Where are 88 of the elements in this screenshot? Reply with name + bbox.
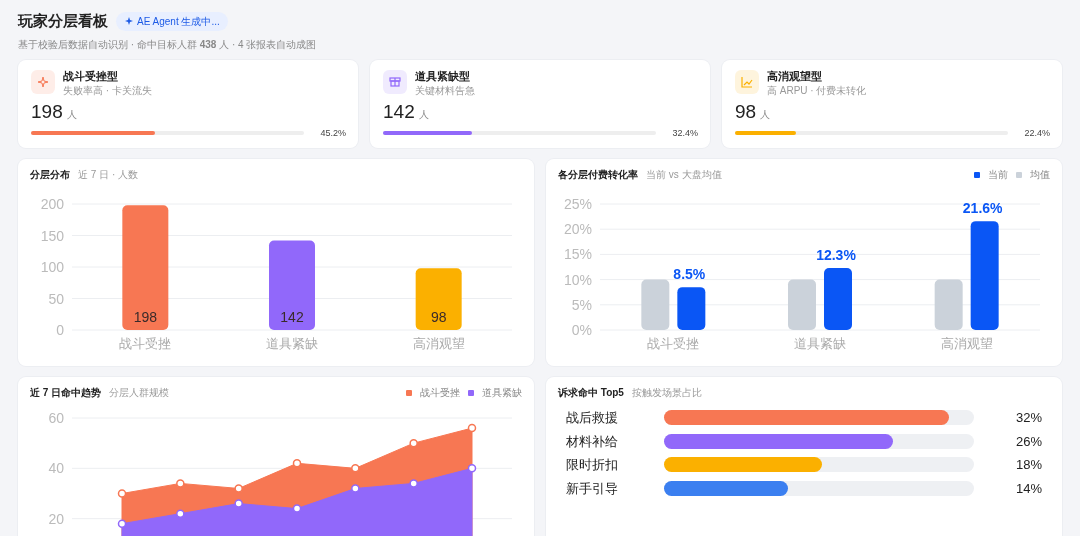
panel-title: 诉求命中 Top5 bbox=[558, 386, 624, 401]
share-percent: 32.4% bbox=[672, 126, 698, 140]
axis-tick-label: 0% bbox=[571, 322, 592, 339]
category-label: 高消观望 bbox=[940, 336, 993, 352]
axis-tick-label: 150 bbox=[40, 227, 64, 244]
category-label: 战斗受挫 bbox=[119, 336, 172, 352]
data-point-marker bbox=[351, 464, 360, 473]
axis-tick-label: 20 bbox=[48, 510, 64, 527]
sparkle-icon bbox=[124, 16, 134, 27]
data-point-marker bbox=[467, 423, 477, 433]
bar bbox=[934, 279, 963, 331]
axis-tick-label: 25% bbox=[563, 196, 592, 213]
data-point-marker bbox=[467, 464, 477, 473]
legend-label: 均值 bbox=[1030, 168, 1050, 183]
axis-tick-label: 5% bbox=[571, 296, 592, 313]
bar bbox=[677, 287, 706, 331]
data-point-marker bbox=[351, 484, 360, 493]
sparkle-icon bbox=[31, 69, 55, 94]
axis-tick-label: 40 bbox=[48, 460, 64, 477]
data-point-marker bbox=[117, 489, 127, 498]
unit-label: 人 bbox=[418, 107, 429, 122]
category-label: 道具紧缺 bbox=[794, 336, 846, 352]
axis-tick-label: 60 bbox=[48, 410, 64, 427]
axis-tick-label: 50 bbox=[48, 290, 64, 307]
segment-description: 失败率高 · 卡关流失 bbox=[63, 83, 152, 98]
panel-title: 近 7 日命中趋势 bbox=[30, 386, 102, 401]
data-point-marker bbox=[409, 439, 418, 448]
data-point-marker bbox=[292, 459, 302, 468]
status-badge: AE Agent 生成中... bbox=[116, 11, 228, 31]
category-label: 道具紧缺 bbox=[266, 336, 318, 352]
unit-label: 人 bbox=[760, 107, 771, 122]
unit-label: 人 bbox=[66, 107, 77, 122]
axis-tick-label: 20% bbox=[563, 221, 592, 238]
data-point-marker bbox=[234, 484, 243, 493]
data-point-marker bbox=[117, 519, 127, 529]
segment-description: 高 ARPU · 付费未转化 bbox=[767, 83, 867, 98]
data-point-marker bbox=[409, 479, 418, 488]
data-point-marker bbox=[176, 509, 185, 518]
appeal-label: 新手引导 bbox=[566, 479, 619, 498]
legend-label: 当前 bbox=[988, 168, 1008, 183]
dashboard-title: 玩家分层看板 bbox=[18, 11, 108, 31]
axis-tick-label: 0 bbox=[56, 322, 64, 339]
appeal-label: 战后救援 bbox=[566, 409, 619, 428]
bar-value-label: 8.5% bbox=[673, 266, 706, 283]
bar-value-label: 98 bbox=[430, 309, 447, 326]
gift-box-icon bbox=[383, 69, 407, 94]
share-percent: 22.4% bbox=[1024, 126, 1050, 140]
legend-label: 战斗受挫 bbox=[420, 386, 460, 401]
appeal-label: 限时折扣 bbox=[566, 456, 619, 475]
dashboard-subtitle: 基于校验后数据自动识别 · 命中目标人群 438 人 · 4 张报表自动成图 bbox=[18, 37, 318, 52]
category-label: 战斗受挫 bbox=[647, 336, 700, 352]
bar bbox=[415, 268, 462, 331]
panel-subtitle: 当前 vs 大盘均值 bbox=[646, 168, 722, 183]
axis-tick-label: 100 bbox=[40, 259, 64, 276]
data-point-marker bbox=[176, 479, 185, 488]
bar-value-label: 142 bbox=[280, 309, 304, 326]
panel-subtitle: 分层人群规模 bbox=[109, 386, 170, 401]
appeal-percent: 32% bbox=[1014, 409, 1042, 428]
appeal-percent: 14% bbox=[1014, 479, 1042, 498]
appeal-percent: 18% bbox=[1014, 456, 1042, 475]
bar-value-label: 12.3% bbox=[816, 247, 856, 264]
segment-description: 关键材料告急 bbox=[415, 83, 475, 98]
panel-subtitle: 近 7 日 · 人数 bbox=[78, 168, 138, 183]
segment-name: 战斗受挫型 bbox=[63, 69, 119, 83]
panel-title: 各分层付费转化率 bbox=[558, 168, 638, 183]
axis-tick-label: 15% bbox=[563, 246, 592, 263]
bar-value-label: 198 bbox=[133, 309, 157, 326]
appeal-label: 材料补给 bbox=[566, 432, 619, 451]
bar bbox=[824, 268, 852, 331]
bar bbox=[788, 279, 816, 331]
legend-label: 道具紧缺 bbox=[482, 386, 522, 401]
category-label: 高消观望 bbox=[412, 336, 465, 352]
segment-name: 高消观望型 bbox=[767, 69, 823, 83]
segment-name: 道具紧缺型 bbox=[415, 69, 471, 83]
segment-count: 198 bbox=[31, 101, 63, 123]
panel-subtitle: 按触发场景占比 bbox=[631, 386, 702, 401]
segment-count: 142 bbox=[383, 101, 415, 123]
axis-tick-label: 200 bbox=[40, 196, 64, 213]
data-point-marker bbox=[292, 504, 302, 513]
appeal-percent: 26% bbox=[1014, 432, 1042, 451]
data-point-marker bbox=[234, 499, 243, 508]
axis-tick-label: 10% bbox=[563, 271, 592, 288]
panel-title: 分层分布 bbox=[30, 168, 70, 183]
bar bbox=[641, 279, 670, 331]
share-percent: 45.2% bbox=[320, 126, 346, 140]
bar-value-label: 21.6% bbox=[962, 200, 1003, 217]
segment-count: 98 bbox=[735, 101, 757, 123]
line-chart-icon bbox=[735, 69, 759, 94]
